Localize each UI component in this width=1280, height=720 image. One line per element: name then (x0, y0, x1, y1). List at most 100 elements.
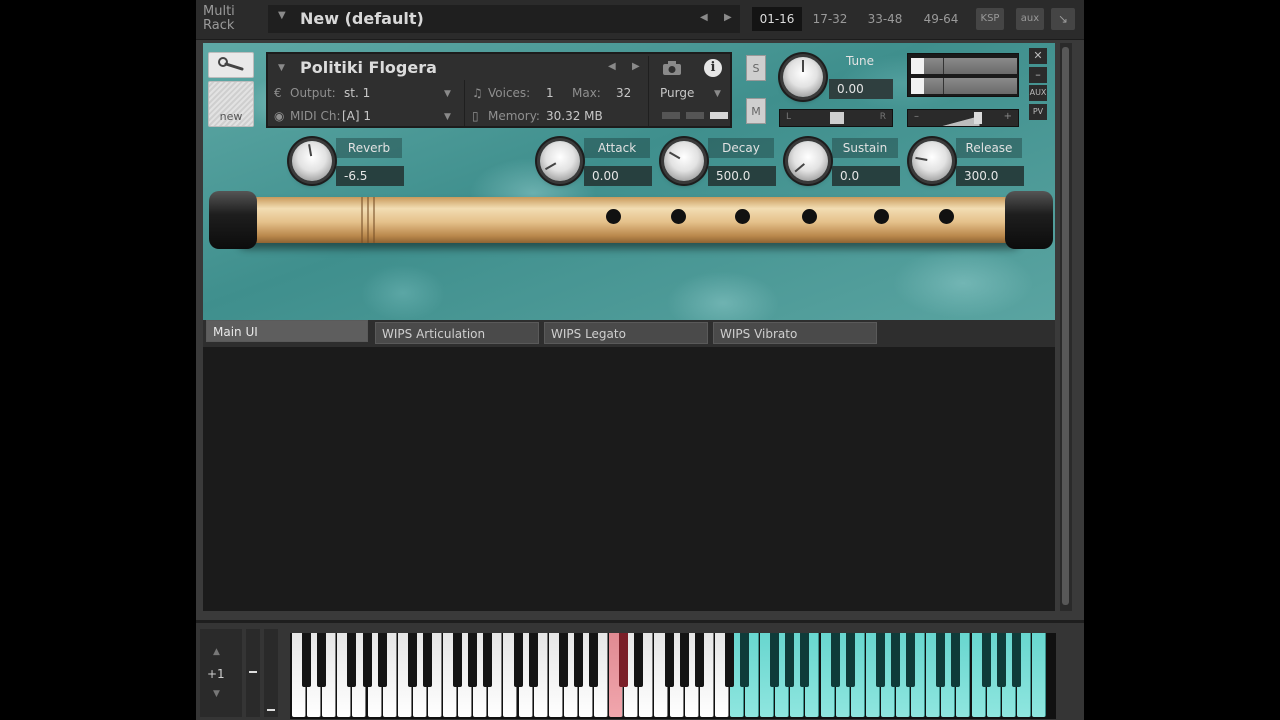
black-key[interactable] (694, 633, 704, 687)
info-icon[interactable]: i (704, 59, 722, 77)
decay-knob[interactable] (664, 141, 704, 181)
tune-knob[interactable] (783, 57, 823, 97)
black-key[interactable] (468, 633, 478, 687)
mute-button[interactable]: M (746, 98, 766, 124)
black-key[interactable] (936, 633, 946, 687)
scroll-thumb[interactable] (1062, 47, 1069, 605)
black-key[interactable] (483, 633, 493, 687)
sustain-value[interactable]: 0.0 (832, 166, 900, 186)
release-knob[interactable] (912, 141, 952, 181)
header-divider (464, 80, 465, 126)
black-key[interactable] (906, 633, 916, 687)
rack-scrollbar[interactable] (1060, 43, 1072, 611)
purge-indicator (710, 112, 728, 119)
black-key[interactable] (422, 633, 432, 687)
black-key[interactable] (800, 633, 810, 687)
black-key[interactable] (347, 633, 357, 687)
purge-dropdown-icon[interactable]: ▼ (714, 89, 721, 99)
collapse-icon[interactable]: ↘ (1051, 8, 1075, 30)
instrument-menu-icon[interactable]: ▼ (278, 63, 285, 73)
black-key[interactable] (377, 633, 387, 687)
prev-instrument-icon[interactable]: ◀ (608, 61, 616, 72)
output-value[interactable]: st. 1 (344, 86, 370, 100)
aux-toggle[interactable]: AUX (1029, 85, 1047, 101)
black-key[interactable] (528, 633, 538, 687)
black-key[interactable] (981, 633, 991, 687)
keyboard-area: ▲ +1 ▼ (196, 620, 1084, 720)
black-key[interactable] (362, 633, 372, 687)
midi-channel-value[interactable]: [A] 1 (342, 109, 371, 123)
tab-rack-17-32[interactable]: 17-32 (808, 7, 852, 31)
midi-dropdown-icon[interactable]: ▼ (444, 112, 451, 122)
tab-rack-49-64[interactable]: 49-64 (919, 7, 963, 31)
black-key[interactable] (453, 633, 463, 687)
black-key[interactable] (302, 633, 312, 687)
octave-up-icon[interactable]: ▲ (213, 647, 220, 657)
black-key[interactable] (679, 633, 689, 687)
output-label: Output: (290, 86, 336, 100)
white-key[interactable] (1031, 633, 1046, 717)
prev-preset-icon[interactable]: ◀ (700, 12, 708, 23)
ksp-button[interactable]: KSP (976, 8, 1004, 30)
volume-slider[interactable]: – + (907, 109, 1019, 127)
black-key[interactable] (1011, 633, 1021, 687)
new-instrument-button[interactable]: new (208, 81, 254, 127)
attack-knob[interactable] (540, 141, 580, 181)
black-key[interactable] (513, 633, 523, 687)
tab-wips-legato[interactable]: WIPS Legato (544, 322, 708, 344)
purge-button[interactable]: Purge (660, 86, 694, 100)
black-key[interactable] (875, 633, 885, 687)
pan-slider[interactable]: L R (779, 109, 893, 127)
black-key[interactable] (573, 633, 583, 687)
solo-button[interactable]: S (746, 55, 766, 81)
preset-dropdown-icon[interactable]: ▼ (278, 10, 286, 21)
black-key[interactable] (619, 633, 629, 687)
pan-handle[interactable] (830, 112, 844, 124)
mod-wheel[interactable] (264, 629, 278, 717)
max-voices-value[interactable]: 32 (616, 86, 631, 100)
black-key[interactable] (724, 633, 734, 687)
black-key[interactable] (891, 633, 900, 687)
black-key[interactable] (740, 633, 749, 687)
octave-down-icon[interactable]: ▼ (213, 689, 220, 699)
black-key[interactable] (845, 633, 855, 687)
instrument-edit-button[interactable] (208, 52, 254, 78)
black-key[interactable] (770, 633, 780, 687)
tune-value[interactable]: 0.00 (829, 79, 893, 99)
black-key[interactable] (664, 633, 674, 687)
script-editor-area (203, 347, 1055, 611)
black-key[interactable] (589, 633, 598, 687)
camera-icon[interactable] (662, 60, 682, 76)
next-instrument-icon[interactable]: ▶ (632, 61, 640, 72)
volume-handle[interactable] (974, 112, 982, 124)
black-key[interactable] (634, 633, 644, 687)
aux-button[interactable]: aux (1016, 8, 1044, 30)
reverb-knob[interactable] (292, 141, 332, 181)
next-preset-icon[interactable]: ▶ (724, 12, 732, 23)
tab-rack-01-16[interactable]: 01-16 (752, 7, 802, 31)
decay-value[interactable]: 500.0 (708, 166, 776, 186)
tab-wips-articulation[interactable]: WIPS Articulation (375, 322, 539, 344)
minimize-icon[interactable]: – (1029, 67, 1047, 83)
attack-value[interactable]: 0.00 (584, 166, 652, 186)
output-dropdown-icon[interactable]: ▼ (444, 89, 451, 99)
tab-wips-vibrato[interactable]: WIPS Vibrato (713, 322, 877, 344)
black-key[interactable] (830, 633, 840, 687)
piano-keyboard[interactable] (290, 633, 1056, 719)
black-key[interactable] (951, 633, 961, 687)
black-key[interactable] (785, 633, 795, 687)
black-key[interactable] (558, 633, 568, 687)
pitch-wheel[interactable] (246, 629, 260, 717)
close-icon[interactable]: ✕ (1029, 48, 1047, 64)
output-icon: € (274, 86, 282, 100)
black-key[interactable] (317, 633, 327, 687)
pv-toggle[interactable]: PV (1029, 104, 1047, 120)
black-key[interactable] (407, 633, 417, 687)
reverb-value[interactable]: -6.5 (336, 166, 404, 186)
tab-main-ui[interactable]: Main UI (206, 320, 368, 342)
release-value[interactable]: 300.0 (956, 166, 1024, 186)
black-key[interactable] (996, 633, 1006, 687)
sustain-knob[interactable] (788, 141, 828, 181)
tab-rack-33-48[interactable]: 33-48 (863, 7, 907, 31)
header-divider (648, 56, 649, 126)
